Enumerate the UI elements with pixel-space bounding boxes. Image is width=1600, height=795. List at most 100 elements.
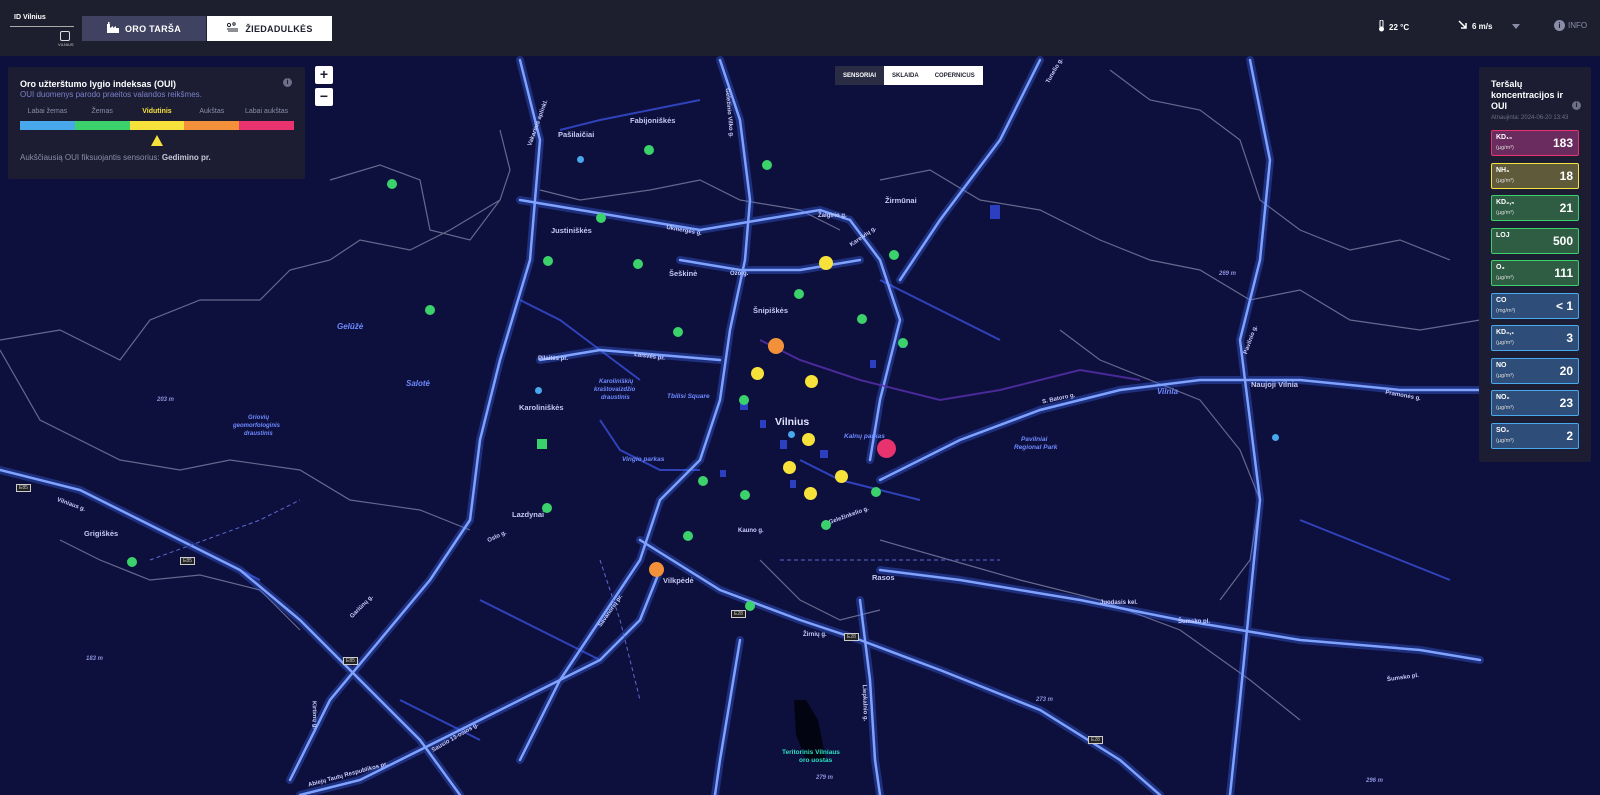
sensor-marker[interactable] (644, 145, 654, 155)
info-icon: i (1554, 20, 1565, 31)
tab-sklaida[interactable]: SKLAIDA (884, 66, 927, 85)
road-label: Liepkalnio g. (860, 684, 868, 722)
sensor-marker[interactable] (387, 179, 397, 189)
sensor-marker[interactable] (542, 503, 552, 513)
pollutant-unit: (µg/m³) (1496, 210, 1514, 216)
map-label-karoliniskiu-1: Karoliniškių (599, 379, 634, 385)
oui-level-swatch (239, 121, 294, 130)
pollutant-name: KD₁₀ (1496, 134, 1513, 141)
sensor-marker[interactable] (739, 395, 749, 405)
sensor-marker[interactable] (788, 431, 795, 438)
sensor-marker[interactable] (857, 314, 867, 324)
pollutant-card[interactable]: NO₂ (µg/m³) 23 (1491, 390, 1579, 416)
info-icon[interactable]: i (1572, 101, 1581, 110)
sensor-marker[interactable] (698, 476, 708, 486)
oui-level-label: Aukštas (199, 108, 225, 115)
info-button[interactable]: i INFO (1554, 20, 1587, 31)
sensor-marker[interactable] (783, 461, 796, 474)
pollutants-panel: Teršalų koncentracijos ir OUI i Atnaujin… (1479, 67, 1591, 462)
pollutant-name: O₃ (1496, 264, 1505, 271)
pollutant-card[interactable]: LOJ 500 (1491, 227, 1579, 254)
map-label-karoliniskiu-2: kraštovaizdžio (594, 387, 636, 393)
zoom-in-button[interactable]: + (315, 66, 333, 84)
road-label: Kirtimų g. (310, 700, 318, 730)
sensor-marker[interactable] (740, 490, 750, 500)
sensor-marker[interactable] (819, 256, 833, 270)
wind-display[interactable]: 6 m/s (1458, 20, 1521, 32)
sensor-marker[interactable] (821, 520, 831, 530)
pollutant-value: < 1 (1555, 298, 1573, 313)
sensor-marker[interactable] (683, 531, 693, 541)
sensor-marker[interactable] (596, 213, 606, 223)
oui-subtitle: OUI duomenys parodo praeitos valandos re… (20, 90, 202, 99)
sensor-marker[interactable] (577, 156, 584, 163)
pollutant-value: 111 (1554, 266, 1573, 280)
sensor-marker[interactable] (804, 487, 817, 500)
sensor-marker[interactable] (751, 367, 764, 380)
sensor-marker[interactable] (649, 562, 664, 577)
sensor-marker[interactable] (768, 338, 784, 354)
sensor-marker[interactable] (745, 601, 755, 611)
tab-copernicus[interactable]: COPERNICUS (926, 66, 983, 85)
oui-level-label: Labai aukštas (244, 108, 289, 115)
sensor-marker[interactable] (794, 289, 804, 299)
sensor-marker[interactable] (1272, 434, 1279, 441)
temperature-value: 22 °C (1389, 22, 1410, 32)
pollutant-value: 23 (1559, 396, 1573, 410)
oui-level-pointer-icon (151, 135, 163, 146)
pollutant-card[interactable]: NH₃ (µg/m³) 18 (1491, 162, 1579, 189)
pollutant-unit: (µg/m³) (1496, 177, 1514, 184)
route-shield: E85 (16, 484, 31, 492)
tab-ziedadulkes[interactable]: ŽIEDADULKĖS (207, 16, 332, 41)
sensor-marker[interactable] (425, 305, 435, 315)
pollutant-card[interactable]: KD₁₀ (µg/m³) 183 (1491, 130, 1579, 156)
elevation-label: 279 m (816, 775, 834, 781)
pollutant-card[interactable]: NO (µg/m³) 20 (1491, 357, 1579, 384)
pollutant-unit: (µg/m³) (1496, 145, 1514, 151)
map-label-pavilniai-2: Regional Park (1014, 444, 1058, 451)
pollutant-name: NO₂ (1496, 394, 1510, 401)
logo-subtext: VILNIUS (58, 42, 74, 47)
info-icon[interactable]: i (283, 78, 292, 87)
sensor-marker[interactable] (898, 338, 908, 348)
road-label: Ozo g. (730, 271, 749, 277)
road-label: Žirnių g. (803, 632, 827, 638)
tab-oro-tarsa[interactable]: ORO TARŠA (82, 16, 206, 41)
tab-sensoriai[interactable]: SENSORIAI (835, 66, 885, 85)
pollutant-card[interactable]: O₃ (µg/m³) 111 (1491, 260, 1579, 286)
sensor-marker[interactable] (633, 259, 643, 269)
pollutant-card[interactable]: SO₂ (µg/m³) 2 (1491, 422, 1579, 449)
sensor-marker[interactable] (537, 439, 547, 449)
pollutant-value: 20 (1559, 363, 1573, 378)
sensor-marker[interactable] (535, 387, 542, 394)
pollutant-card[interactable]: KD₂,₅ (µg/m³) 21 (1491, 195, 1579, 221)
sensor-marker[interactable] (871, 487, 881, 497)
chevron-down-icon[interactable] (1512, 22, 1521, 31)
pollutant-card[interactable]: KD₀,₁ (µg/m³) 3 (1491, 325, 1579, 351)
route-shield: E28 (731, 610, 746, 618)
sensor-marker[interactable] (802, 433, 815, 446)
pollutant-value: 18 (1559, 168, 1573, 183)
sensor-marker[interactable] (127, 557, 137, 567)
pollutant-value: 183 (1552, 136, 1573, 150)
app-logo[interactable]: ID Vilnius VILNIUS (10, 12, 76, 48)
oui-level-label: Žemas (91, 108, 113, 115)
sensor-marker[interactable] (877, 439, 896, 458)
map-label-kalnu: Kalnų parkas (844, 433, 885, 440)
pollutant-name: NO (1496, 361, 1507, 369)
sensor-marker[interactable] (889, 250, 899, 260)
sensor-marker[interactable] (805, 375, 818, 388)
pollutant-card[interactable]: CO (mg/m³) < 1 (1491, 292, 1579, 319)
oui-top-sensor-name[interactable]: Gedimino pr. (162, 153, 211, 162)
sensor-marker[interactable] (835, 470, 848, 483)
info-label: INFO (1568, 21, 1588, 30)
pollutant-value: 21 (1559, 201, 1573, 215)
zoom-out-button[interactable]: − (315, 88, 333, 106)
map-label-salote: Salotė (406, 379, 431, 388)
sensor-marker[interactable] (762, 160, 772, 170)
sensor-marker[interactable] (543, 256, 553, 266)
map-label-karoliniskes: Karoliniškės (519, 403, 564, 412)
sensor-marker[interactable] (673, 327, 683, 337)
map-label-teritorinis-2: oro uostas (799, 757, 833, 764)
logo-divider (10, 26, 74, 27)
